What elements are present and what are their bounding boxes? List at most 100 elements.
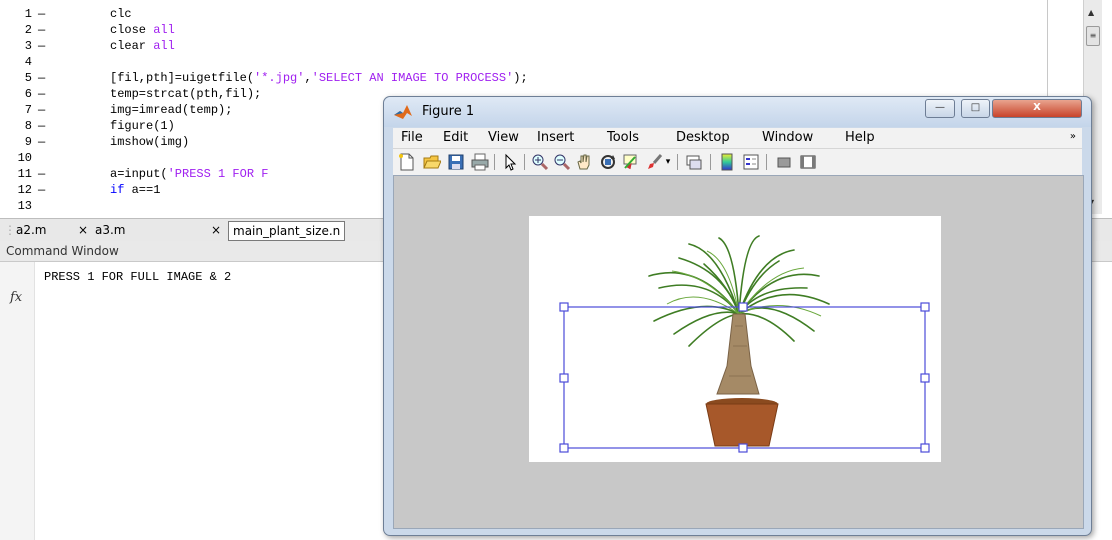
line-number-9: 9— bbox=[0, 135, 84, 151]
line-number-label: 12 bbox=[17, 183, 32, 197]
colorbar-icon[interactable] bbox=[718, 153, 736, 171]
menu-window[interactable]: Window bbox=[762, 130, 813, 145]
breakpoint-marker[interactable]: — bbox=[38, 71, 45, 85]
code-token: clear bbox=[110, 39, 154, 53]
code-token: all bbox=[153, 23, 175, 37]
breakpoint-marker[interactable]: — bbox=[38, 183, 45, 197]
close-button[interactable]: X bbox=[992, 99, 1082, 118]
line-number-7: 7— bbox=[0, 103, 84, 119]
menu-file[interactable]: File bbox=[401, 130, 423, 145]
breakpoint-marker[interactable]: — bbox=[38, 135, 45, 149]
zoom-in-icon[interactable] bbox=[531, 153, 549, 171]
code-line[interactable]: close all bbox=[110, 23, 175, 39]
hide-plot-tools-icon[interactable] bbox=[775, 153, 793, 171]
new-figure-icon[interactable] bbox=[398, 153, 416, 171]
toolbar-separator bbox=[710, 154, 711, 170]
code-line[interactable]: if a==1 bbox=[110, 183, 160, 199]
code-token: imshow(img) bbox=[110, 135, 190, 149]
line-number-10: 10 bbox=[0, 151, 84, 167]
tab-a3[interactable]: a3.m bbox=[95, 221, 126, 239]
minimize-button[interactable]: — bbox=[925, 99, 955, 118]
breakpoint-marker[interactable]: — bbox=[38, 23, 45, 37]
line-number-label: 11 bbox=[17, 167, 32, 181]
code-token: clc bbox=[110, 7, 132, 21]
code-line[interactable]: img=imread(temp); bbox=[110, 103, 232, 119]
line-number-label: 1 bbox=[24, 7, 32, 21]
brush-icon[interactable] bbox=[646, 153, 664, 171]
link-plot-icon[interactable] bbox=[685, 153, 703, 171]
line-number-label: 4 bbox=[24, 55, 32, 69]
figure-window[interactable]: Figure 1 — □ X File Edit View Insert Too… bbox=[383, 96, 1092, 536]
breakpoint-marker[interactable]: — bbox=[38, 119, 45, 133]
data-cursor-icon[interactable] bbox=[622, 153, 640, 171]
print-icon[interactable] bbox=[471, 153, 489, 171]
tab-close-icon[interactable]: × bbox=[78, 221, 88, 239]
menu-overflow-icon[interactable]: » bbox=[1070, 131, 1076, 142]
edit-plot-arrow-icon[interactable] bbox=[501, 153, 519, 171]
tab-handle-icon: ⋮ bbox=[4, 223, 16, 237]
pan-hand-icon[interactable] bbox=[575, 153, 593, 171]
scroll-thumb[interactable]: ≡ bbox=[1086, 26, 1100, 46]
code-token: 'PRESS 1 FOR F bbox=[167, 167, 269, 181]
toolbar-separator bbox=[524, 154, 525, 170]
maximize-button[interactable]: □ bbox=[961, 99, 990, 118]
figure-canvas[interactable] bbox=[393, 175, 1084, 529]
menu-desktop[interactable]: Desktop bbox=[676, 130, 730, 145]
legend-icon[interactable] bbox=[742, 153, 760, 171]
code-token: all bbox=[153, 39, 175, 53]
figure-title-bar[interactable]: Figure 1 — □ X bbox=[384, 97, 1091, 127]
breakpoint-marker[interactable]: — bbox=[38, 103, 45, 117]
code-token: if bbox=[110, 183, 132, 197]
code-token: 'SELECT AN IMAGE TO PROCESS' bbox=[311, 71, 514, 85]
code-token: close bbox=[110, 23, 154, 37]
breakpoint-marker[interactable]: — bbox=[38, 7, 45, 21]
code-line[interactable]: a=input('PRESS 1 FOR F bbox=[110, 167, 268, 183]
line-number-label: 6 bbox=[24, 87, 32, 101]
menu-help[interactable]: Help bbox=[845, 130, 875, 145]
tab-a2[interactable]: a2.m bbox=[16, 221, 47, 239]
breakpoint-marker[interactable]: — bbox=[38, 87, 45, 101]
line-number-13: 13 bbox=[0, 199, 84, 215]
zoom-out-icon[interactable] bbox=[553, 153, 571, 171]
line-number-label: 2 bbox=[24, 23, 32, 37]
brush-dropdown-icon[interactable]: ▾ bbox=[663, 153, 673, 171]
menu-view[interactable]: View bbox=[488, 130, 519, 145]
tab-close-icon[interactable]: × bbox=[211, 221, 221, 239]
line-number-2: 2— bbox=[0, 23, 84, 39]
open-file-icon[interactable] bbox=[423, 153, 441, 171]
line-number-label: 7 bbox=[24, 103, 32, 117]
fx-icon[interactable]: fx bbox=[10, 290, 22, 305]
line-number-label: 10 bbox=[17, 151, 32, 165]
line-number-1: 1— bbox=[0, 7, 84, 23]
code-token: ); bbox=[513, 71, 528, 85]
code-line[interactable]: clc bbox=[110, 7, 132, 23]
code-token: a=input( bbox=[110, 167, 168, 181]
line-number-label: 8 bbox=[24, 119, 32, 133]
code-token: figure(1) bbox=[110, 119, 175, 133]
rotate-3d-icon[interactable] bbox=[599, 153, 617, 171]
show-plot-tools-icon[interactable] bbox=[799, 153, 817, 171]
image-axes[interactable] bbox=[529, 216, 941, 462]
tab-label: a3.m bbox=[95, 223, 126, 237]
breakpoint-marker[interactable]: — bbox=[38, 39, 45, 53]
menu-edit[interactable]: Edit bbox=[443, 130, 468, 145]
command-output: PRESS 1 FOR FULL IMAGE & 2 bbox=[44, 270, 232, 284]
line-number-label: 9 bbox=[24, 135, 32, 149]
breakpoint-marker[interactable]: — bbox=[38, 167, 45, 181]
code-line[interactable]: imshow(img) bbox=[110, 135, 189, 151]
code-line[interactable]: clear all bbox=[110, 39, 175, 55]
line-number-8: 8— bbox=[0, 119, 84, 135]
code-line[interactable]: temp=strcat(pth,fil); bbox=[110, 87, 261, 103]
command-window-title: Command Window bbox=[6, 244, 119, 258]
toolbar-separator bbox=[677, 154, 678, 170]
tab-main-plant-size[interactable]: main_plant_size.n bbox=[228, 221, 346, 241]
line-number-label: 5 bbox=[24, 71, 32, 85]
code-line[interactable]: figure(1) bbox=[110, 119, 175, 135]
line-number-label: 3 bbox=[24, 39, 32, 53]
save-icon[interactable] bbox=[447, 153, 465, 171]
code-line[interactable]: [fil,pth]=uigetfile('*.jpg','SELECT AN I… bbox=[110, 71, 528, 87]
code-token: [fil,pth]=uigetfile( bbox=[110, 71, 255, 85]
menu-insert[interactable]: Insert bbox=[537, 130, 574, 145]
scroll-up-icon[interactable]: ▲ bbox=[1088, 8, 1094, 17]
menu-tools[interactable]: Tools bbox=[607, 130, 639, 145]
